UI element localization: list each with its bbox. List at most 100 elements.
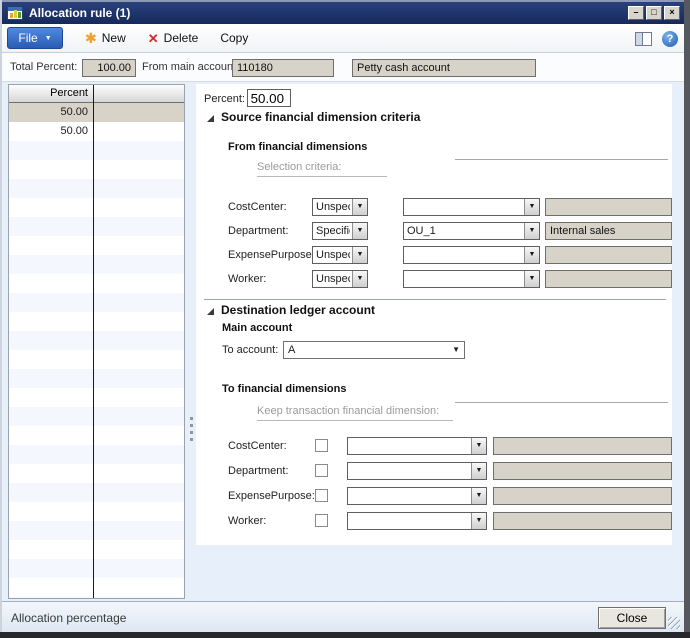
chevron-down-icon[interactable]: ▼ bbox=[471, 488, 486, 504]
chevron-down-icon[interactable]: ▼ bbox=[352, 247, 367, 263]
percent-input[interactable] bbox=[247, 89, 291, 107]
allocation-rule-window: Allocation rule (1) – □ × File ▼ ✱ New ✕… bbox=[0, 0, 690, 638]
source-expensepurpose-value-select[interactable]: ▼ bbox=[403, 246, 540, 264]
close-button[interactable]: Close bbox=[598, 607, 666, 629]
grid-row-1[interactable]: 50.00 bbox=[9, 103, 184, 122]
dest-department-checkbox[interactable] bbox=[315, 464, 328, 477]
source-department-value-select[interactable]: OU_1 ▼ bbox=[403, 222, 540, 240]
grid-empty-rows bbox=[9, 141, 184, 598]
new-button[interactable]: ✱ New bbox=[85, 31, 126, 45]
dest-costcenter-label: CostCenter: bbox=[228, 437, 287, 455]
to-financial-dimensions-heading: To financial dimensions bbox=[222, 383, 346, 395]
chevron-down-icon[interactable]: ▼ bbox=[524, 271, 539, 287]
source-department-specificity-select[interactable]: Specific ▼ bbox=[312, 222, 368, 240]
percent-grid[interactable]: Percent 50.00 50.00 bbox=[8, 84, 185, 599]
source-expensepurpose-specificity-select[interactable]: Unspecific ▼ bbox=[312, 246, 368, 264]
window-frame-right bbox=[684, 0, 690, 638]
dest-expensepurpose-checkbox[interactable] bbox=[315, 489, 328, 502]
status-bar: Allocation percentage Close bbox=[2, 601, 684, 632]
total-percent-label: Total Percent: bbox=[10, 61, 77, 73]
dest-costcenter-description bbox=[493, 437, 672, 455]
empty-column-header[interactable] bbox=[94, 85, 184, 103]
keep-transaction-rule bbox=[455, 402, 668, 403]
percent-column-header[interactable]: Percent bbox=[9, 85, 93, 103]
toolbar: File ▼ ✱ New ✕ Delete Copy ? bbox=[2, 24, 684, 53]
source-department-label: Department: bbox=[228, 222, 289, 240]
source-costcenter-description bbox=[545, 198, 672, 216]
dest-costcenter-value-select[interactable]: ▼ bbox=[347, 437, 487, 455]
source-section-title[interactable]: Source financial dimension criteria bbox=[221, 110, 420, 124]
file-menu-label: File bbox=[18, 31, 37, 45]
percent-label: Percent: bbox=[204, 93, 245, 105]
percent-cell[interactable]: 50.00 bbox=[9, 103, 93, 122]
percent-cell[interactable]: 50.00 bbox=[9, 122, 93, 141]
maximize-button[interactable]: □ bbox=[646, 6, 662, 20]
source-expensepurpose-description bbox=[545, 246, 672, 264]
from-main-account-field: 110180 bbox=[232, 59, 334, 77]
new-button-label: New bbox=[102, 31, 126, 45]
chevron-down-icon: ▼ bbox=[45, 35, 52, 42]
minimize-button[interactable]: – bbox=[628, 6, 644, 20]
dest-department-description bbox=[493, 462, 672, 480]
delete-button[interactable]: ✕ Delete bbox=[148, 31, 199, 45]
copy-button-label: Copy bbox=[220, 31, 248, 45]
main-account-heading: Main account bbox=[222, 322, 292, 334]
from-financial-dimensions-heading: From financial dimensions bbox=[228, 141, 367, 153]
title-bar: Allocation rule (1) – □ × bbox=[2, 2, 684, 24]
header-bar: Total Percent: 100.00 From main account:… bbox=[2, 53, 684, 82]
dest-worker-checkbox[interactable] bbox=[315, 514, 328, 527]
layout-pane-icon[interactable] bbox=[635, 32, 652, 46]
panel-splitter[interactable] bbox=[187, 84, 196, 597]
delete-x-icon: ✕ bbox=[148, 32, 159, 45]
file-menu-button[interactable]: File ▼ bbox=[7, 27, 63, 49]
chevron-down-icon[interactable]: ▼ bbox=[471, 513, 486, 529]
chevron-down-icon[interactable]: ▼ bbox=[524, 199, 539, 215]
window-frame-bottom bbox=[0, 632, 690, 638]
delete-button-label: Delete bbox=[164, 31, 199, 45]
destination-section-title[interactable]: Destination ledger account bbox=[221, 303, 375, 317]
section-expand-icon[interactable] bbox=[207, 308, 214, 315]
to-account-select[interactable]: A ▼ bbox=[283, 341, 465, 359]
chevron-down-icon[interactable]: ▼ bbox=[352, 271, 367, 287]
source-worker-value-select[interactable]: ▼ bbox=[403, 270, 540, 288]
source-expensepurpose-label: ExpensePurpose: bbox=[228, 246, 315, 264]
chevron-down-icon[interactable]: ▼ bbox=[471, 463, 486, 479]
grid-row-2[interactable]: 50.00 bbox=[9, 122, 184, 141]
source-department-description: Internal sales bbox=[545, 222, 672, 240]
source-worker-specificity-select[interactable]: Unspecific ▼ bbox=[312, 270, 368, 288]
to-account-label: To account: bbox=[222, 341, 278, 359]
chevron-down-icon[interactable]: ▼ bbox=[524, 247, 539, 263]
keep-transaction-dimension-label: Keep transaction financial dimension: bbox=[257, 405, 453, 421]
chevron-down-icon[interactable]: ▼ bbox=[471, 438, 486, 454]
new-star-icon: ✱ bbox=[85, 31, 97, 45]
dest-department-value-select[interactable]: ▼ bbox=[347, 462, 487, 480]
dest-worker-label: Worker: bbox=[228, 512, 266, 530]
dest-costcenter-checkbox[interactable] bbox=[315, 439, 328, 452]
dest-expensepurpose-value-select[interactable]: ▼ bbox=[347, 487, 487, 505]
grid-header-row: Percent bbox=[9, 85, 184, 103]
detail-panel: Percent: Source financial dimension crit… bbox=[196, 84, 672, 545]
source-worker-label: Worker: bbox=[228, 270, 266, 288]
chevron-down-icon[interactable]: ▼ bbox=[352, 223, 367, 239]
copy-button[interactable]: Copy bbox=[220, 31, 248, 45]
source-costcenter-value-select[interactable]: ▼ bbox=[403, 198, 540, 216]
dest-expensepurpose-description bbox=[493, 487, 672, 505]
app-chart-icon bbox=[7, 6, 23, 20]
chevron-down-icon[interactable]: ▼ bbox=[352, 199, 367, 215]
dest-worker-value-select[interactable]: ▼ bbox=[347, 512, 487, 530]
section-divider bbox=[204, 299, 666, 300]
help-icon[interactable]: ? bbox=[662, 31, 678, 47]
source-worker-description bbox=[545, 270, 672, 288]
resize-grip[interactable] bbox=[668, 617, 680, 629]
chevron-down-icon: ▼ bbox=[452, 342, 460, 358]
source-costcenter-specificity-select[interactable]: Unspecific ▼ bbox=[312, 198, 368, 216]
source-costcenter-label: CostCenter: bbox=[228, 198, 287, 216]
close-window-button[interactable]: × bbox=[664, 6, 680, 20]
chevron-down-icon[interactable]: ▼ bbox=[524, 223, 539, 239]
main-area: Percent 50.00 50.00 Percent: Sou bbox=[2, 82, 684, 601]
section-expand-icon[interactable] bbox=[207, 115, 214, 122]
dest-expensepurpose-label: ExpensePurpose: bbox=[228, 487, 315, 505]
total-percent-field: 100.00 bbox=[82, 59, 136, 77]
selection-criteria-label: Selection criteria: bbox=[257, 161, 387, 177]
from-main-account-label: From main account: bbox=[142, 61, 239, 73]
